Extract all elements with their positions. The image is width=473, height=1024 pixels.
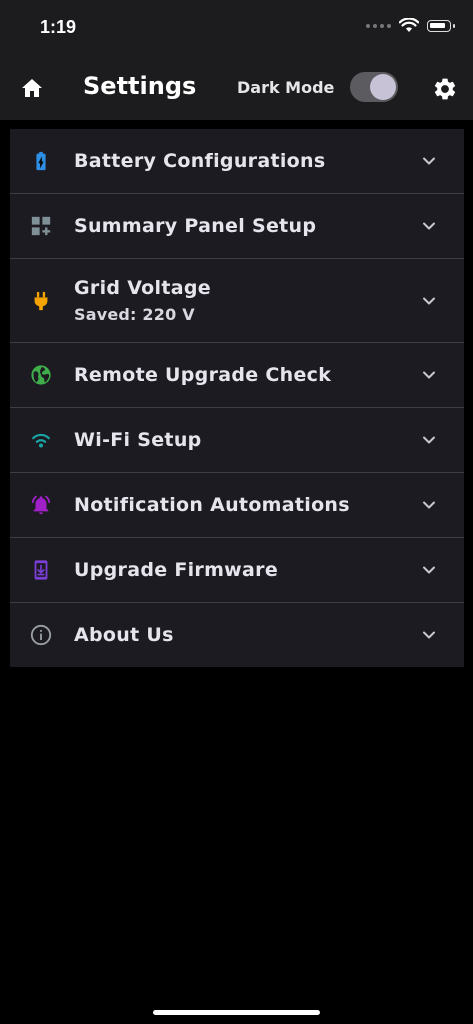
globe-icon: [31, 365, 51, 385]
chevron-down-icon: [423, 501, 435, 509]
power-plug-icon: [34, 291, 48, 310]
cellular-signal-icon: [366, 23, 391, 28]
settings-item-notification-automations[interactable]: Notification Automations: [10, 473, 464, 538]
saved-voltage-value: Saved: 220 V: [74, 305, 195, 324]
settings-item-upgrade-firmware[interactable]: Upgrade Firmware: [10, 538, 464, 603]
settings-item-label: About Us: [74, 624, 174, 646]
chevron-down-icon: [423, 566, 435, 574]
settings-item-summary-panel-setup[interactable]: Summary Panel Setup: [10, 194, 464, 259]
gear-icon[interactable]: [432, 76, 458, 102]
app-header: Settings Dark Mode: [0, 58, 473, 120]
chevron-down-icon: [423, 157, 435, 165]
settings-item-label: Notification Automations: [74, 494, 350, 516]
chevron-down-icon: [423, 222, 435, 230]
dark-mode-label: Dark Mode: [237, 78, 335, 97]
settings-item-remote-upgrade-check[interactable]: Remote Upgrade Check: [10, 343, 464, 408]
settings-item-label: Summary Panel Setup: [74, 215, 317, 237]
chevron-down-icon: [423, 297, 435, 304]
status-indicators: [366, 18, 455, 33]
wifi-status-icon: [399, 18, 419, 32]
wifi-icon: [32, 433, 50, 448]
settings-item-label: Remote Upgrade Check: [74, 364, 332, 386]
phone-download-icon: [34, 560, 48, 580]
toggle-knob: [370, 74, 396, 100]
settings-item-grid-voltage[interactable]: Grid Voltage Saved: 220 V: [10, 259, 464, 343]
settings-item-wifi-setup[interactable]: Wi-Fi Setup: [10, 408, 464, 473]
battery-charging-icon: [36, 151, 46, 171]
dark-mode-toggle[interactable]: [350, 72, 398, 102]
status-time: 1:19: [40, 17, 77, 37]
settings-item-label: Grid Voltage: [74, 277, 211, 299]
settings-item-label: Wi-Fi Setup: [74, 429, 202, 451]
info-icon: [30, 624, 52, 646]
settings-item-label: Battery Configurations: [74, 150, 326, 172]
chevron-down-icon: [423, 371, 435, 379]
alarm-bell-icon: [31, 495, 51, 515]
settings-item-battery-configurations[interactable]: Battery Configurations: [10, 129, 464, 194]
settings-item-about-us[interactable]: About Us: [10, 603, 464, 667]
status-bar: 1:19: [0, 0, 473, 58]
page-title: Settings: [83, 72, 197, 100]
settings-item-label: Upgrade Firmware: [74, 559, 279, 581]
dashboard-add-icon: [31, 216, 51, 236]
chevron-down-icon: [423, 436, 435, 444]
home-icon[interactable]: [20, 76, 44, 100]
battery-status-icon: [427, 19, 455, 32]
home-indicator[interactable]: [153, 1010, 320, 1015]
chevron-down-icon: [423, 631, 435, 639]
settings-list: Battery Configurations Summary Panel Set…: [10, 129, 464, 667]
